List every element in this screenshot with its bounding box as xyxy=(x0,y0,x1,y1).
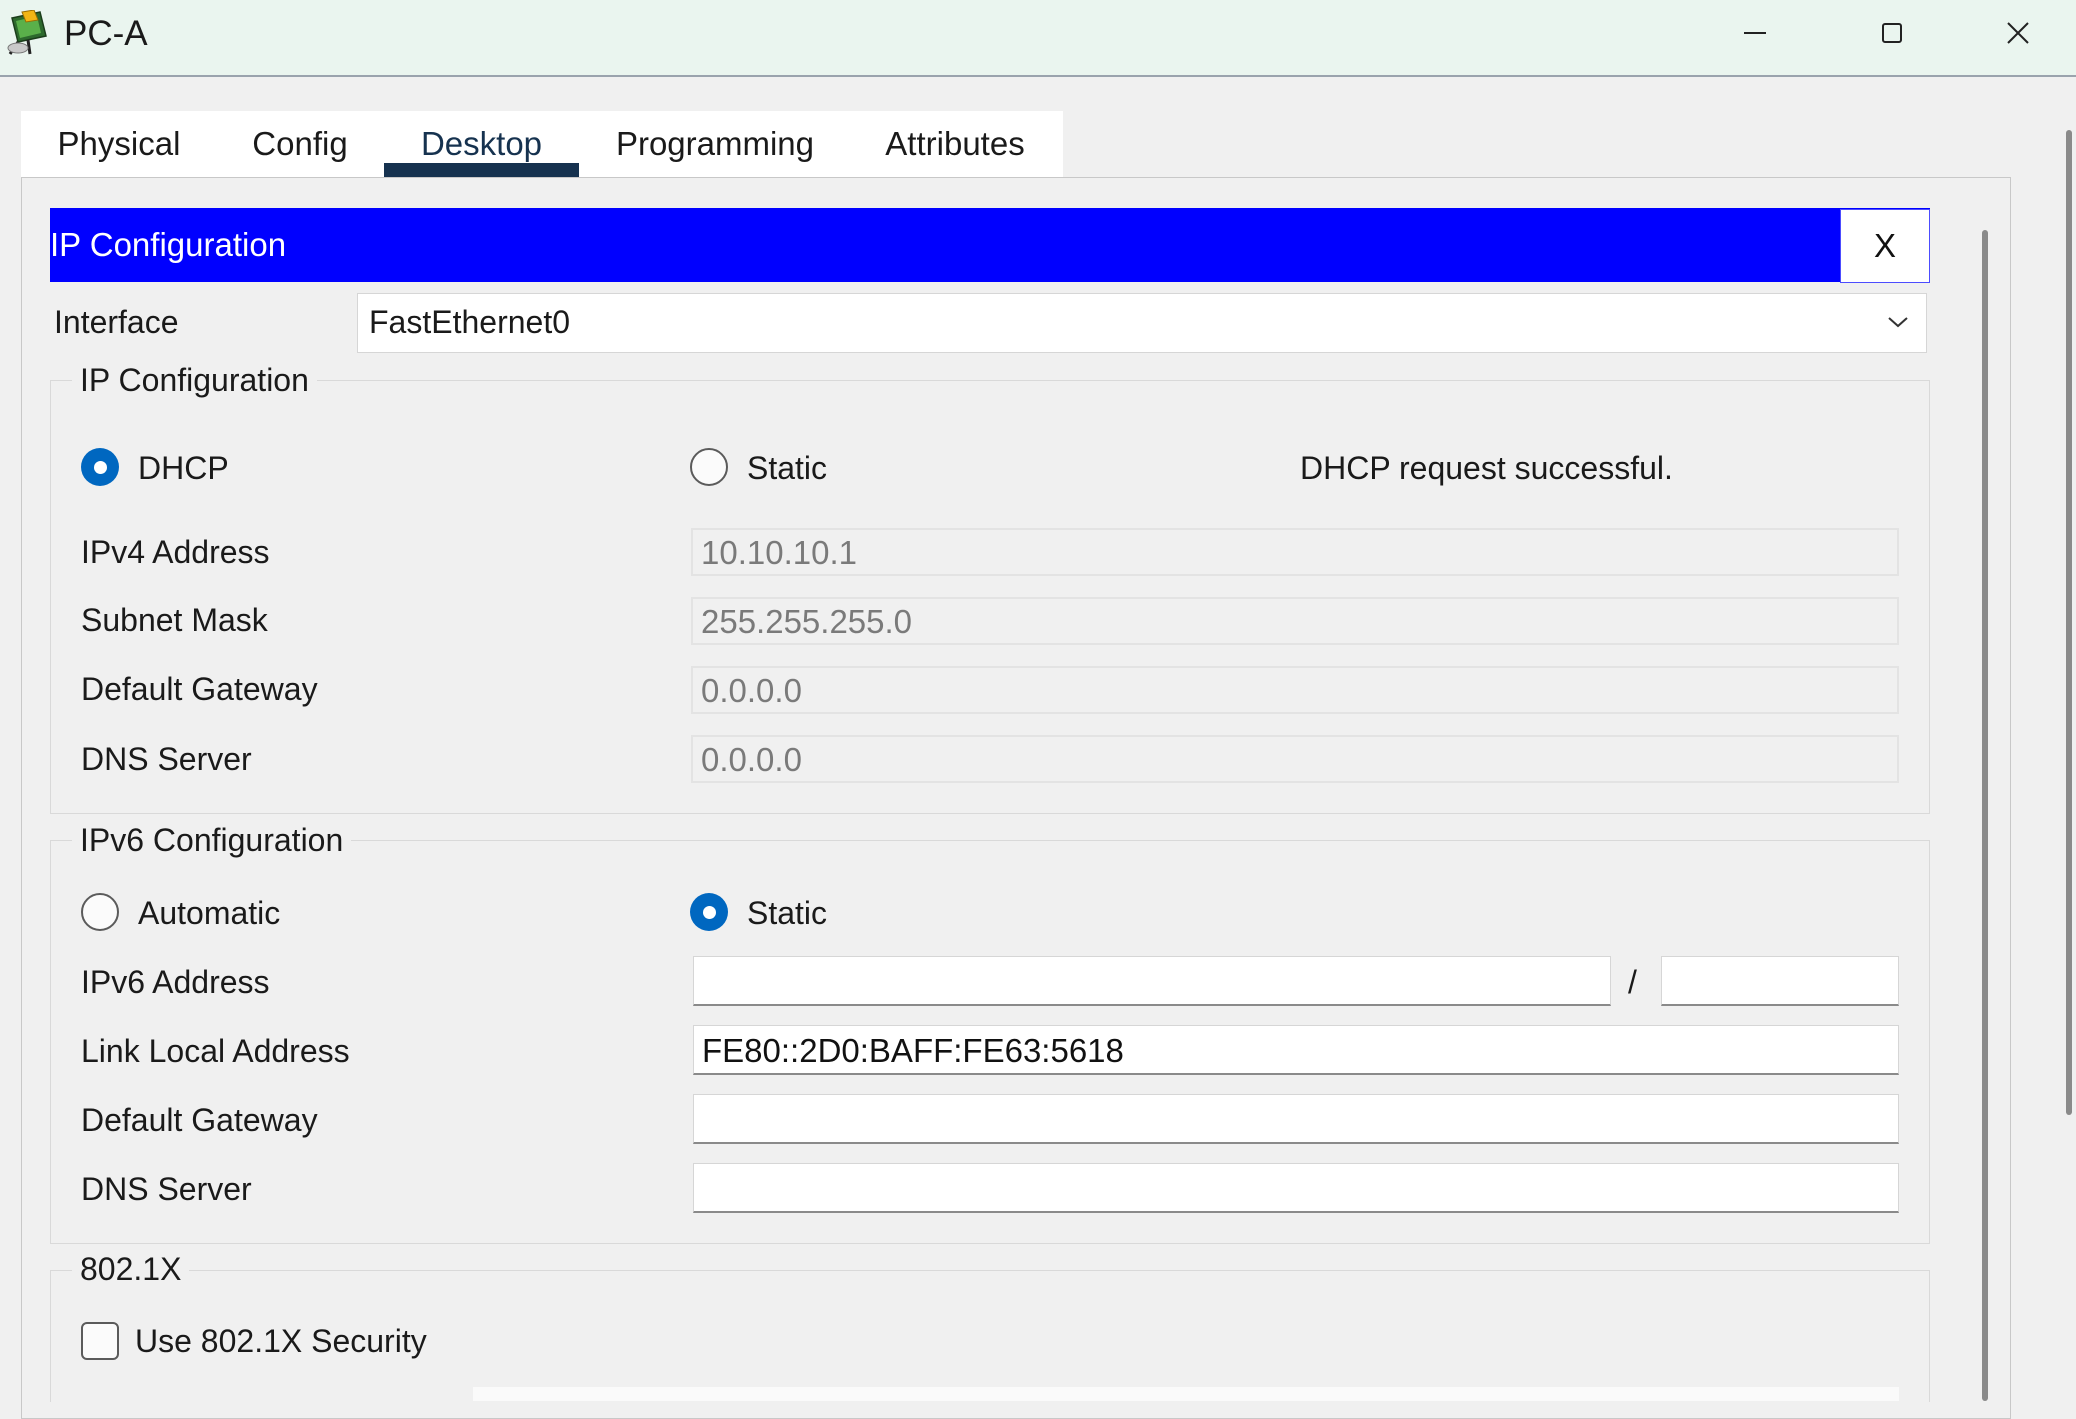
static-ipv6-radio-label: Static xyxy=(747,895,828,931)
inner-scrollbar[interactable] xyxy=(1982,230,1988,1401)
maximize-button[interactable] xyxy=(1824,0,1960,65)
dot1x-group-title: 802.1X xyxy=(72,1248,190,1290)
automatic-ipv6-radio-label: Automatic xyxy=(138,895,281,931)
close-window-button[interactable] xyxy=(1960,0,2076,65)
tab-programming[interactable]: Programming xyxy=(600,111,830,177)
window-title: PC-A xyxy=(64,14,148,53)
link-local-value: FE80::2D0:BAFF:FE63:5618 xyxy=(702,1032,1124,1069)
dhcp-radio[interactable] xyxy=(81,448,119,486)
dhcp-radio-label: DHCP xyxy=(138,450,229,486)
dot1x-method-select[interactable] xyxy=(473,1387,1899,1401)
static-ipv4-radio[interactable] xyxy=(690,448,728,486)
tab-config[interactable]: Config xyxy=(234,111,366,177)
subnet-mask-value: 255.255.255.0 xyxy=(701,603,913,640)
ipv6-prefix-field[interactable] xyxy=(1661,956,1899,1006)
ip-config-close-button[interactable]: X xyxy=(1840,209,1930,283)
chevron-down-icon xyxy=(1888,317,1908,328)
subnet-mask-label: Subnet Mask xyxy=(81,602,268,638)
static-ipv6-radio[interactable] xyxy=(690,893,728,931)
dhcp-status-text: DHCP request successful. xyxy=(1300,450,1673,486)
minimize-icon xyxy=(1744,31,1766,34)
dot1x-security-checkbox[interactable] xyxy=(81,1322,119,1360)
ipv6-address-label: IPv6 Address xyxy=(81,964,270,1000)
ipv4-dns-label: DNS Server xyxy=(81,741,252,777)
outer-scrollbar[interactable] xyxy=(2066,130,2072,1115)
ip-config-header-title: IP Configuration xyxy=(50,226,287,263)
ipv6-group-title: IPv6 Configuration xyxy=(72,819,352,861)
tab-attributes[interactable]: Attributes xyxy=(868,111,1042,177)
interface-select-value: FastEthernet0 xyxy=(369,304,570,340)
ipv6-gateway-field[interactable] xyxy=(693,1094,1899,1144)
interface-label: Interface xyxy=(54,304,179,340)
ipv4-dns-field[interactable]: 0.0.0.0 xyxy=(691,735,1899,783)
ipv4-group-title: IP Configuration xyxy=(72,359,317,401)
prefix-separator: / xyxy=(1628,964,1637,1000)
ipv4-gateway-field[interactable]: 0.0.0.0 xyxy=(691,666,1899,714)
minimize-button[interactable] xyxy=(1688,0,1824,65)
static-ipv4-radio-label: Static xyxy=(747,450,828,486)
tab-physical[interactable]: Physical xyxy=(40,111,198,177)
close-icon xyxy=(2007,21,2029,44)
packet-tracer-pc-icon xyxy=(4,9,54,58)
active-tab-indicator xyxy=(384,163,579,177)
automatic-ipv6-radio[interactable] xyxy=(81,893,119,931)
ipv4-dns-value: 0.0.0.0 xyxy=(701,741,802,778)
ipv4-gateway-label: Default Gateway xyxy=(81,671,318,707)
ipv6-dns-field[interactable] xyxy=(693,1163,1899,1213)
maximize-icon xyxy=(1882,22,1902,43)
ipv4-gateway-value: 0.0.0.0 xyxy=(701,672,802,709)
subnet-mask-field[interactable]: 255.255.255.0 xyxy=(691,597,1899,645)
ipv4-address-label: IPv4 Address xyxy=(81,534,270,570)
ipv4-address-field[interactable]: 10.10.10.1 xyxy=(691,528,1899,576)
ipv6-dns-label: DNS Server xyxy=(81,1171,252,1207)
ipv6-gateway-label: Default Gateway xyxy=(81,1102,318,1138)
dot1x-security-label: Use 802.1X Security xyxy=(135,1323,427,1359)
interface-select[interactable] xyxy=(357,293,1927,353)
ipv4-address-value: 10.10.10.1 xyxy=(701,534,857,571)
ipv6-address-field[interactable] xyxy=(693,956,1611,1006)
link-local-field[interactable]: FE80::2D0:BAFF:FE63:5618 xyxy=(693,1025,1899,1075)
ip-config-header xyxy=(50,208,1930,282)
link-local-label: Link Local Address xyxy=(81,1033,350,1069)
